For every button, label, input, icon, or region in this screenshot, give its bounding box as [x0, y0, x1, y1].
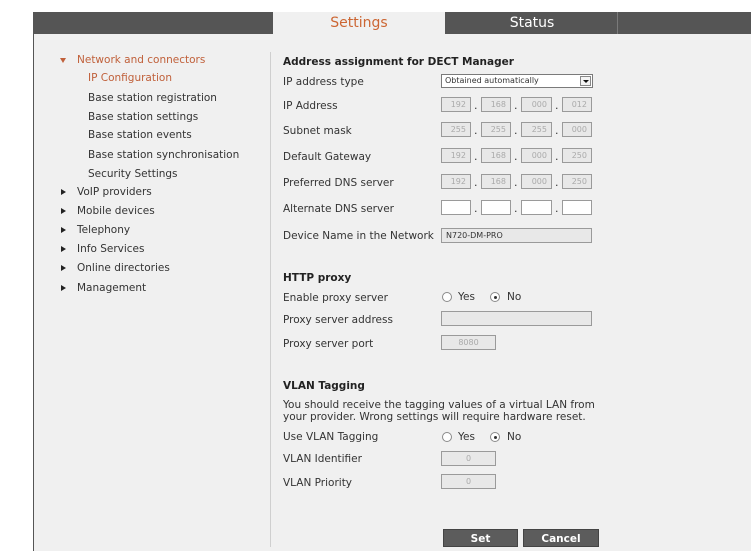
vlan-priority-label: VLAN Priority — [283, 477, 353, 489]
gateway-octet-4[interactable]: 250 — [562, 148, 592, 163]
vlan-section-title: VLAN Tagging — [283, 380, 365, 392]
dns-octet-2[interactable]: 168 — [481, 174, 511, 189]
vlan-yes-radio[interactable] — [442, 432, 452, 442]
column-divider — [270, 52, 271, 547]
collapsed-arrow-icon — [61, 189, 66, 195]
collapsed-arrow-icon — [61, 208, 66, 214]
octet-dot: . — [555, 176, 559, 189]
ip-type-value: Obtained automatically — [445, 76, 539, 85]
proxy-yes-label: Yes — [458, 291, 475, 303]
proxy-no-label: No — [507, 291, 522, 303]
alt-dns-octet-4[interactable] — [562, 200, 592, 215]
nav-management[interactable]: Management — [77, 280, 146, 296]
vlan-identifier-label: VLAN Identifier — [283, 453, 362, 465]
dns-octet-4[interactable]: 250 — [562, 174, 592, 189]
nav-base-station-registration[interactable]: Base station registration — [88, 90, 217, 106]
octet-dot: . — [555, 150, 559, 163]
address-section-title: Address assignment for DECT Manager — [283, 56, 514, 68]
nav-base-station-settings[interactable]: Base station settings — [88, 109, 198, 125]
vlan-identifier-input[interactable]: 0 — [441, 451, 496, 466]
tab-status[interactable]: Status — [446, 12, 618, 34]
octet-dot: . — [514, 176, 518, 189]
preferred-dns-label: Preferred DNS server — [283, 177, 394, 189]
octet-dot: . — [474, 99, 478, 112]
octet-dot: . — [474, 124, 478, 137]
settings-page: Settings Status Network and connectors I… — [0, 0, 751, 551]
octet-dot: . — [474, 150, 478, 163]
cancel-button[interactable]: Cancel — [523, 529, 599, 547]
ip-octet-3[interactable]: 000 — [521, 97, 552, 112]
ip-octet-1[interactable]: 192 — [441, 97, 471, 112]
enable-proxy-label: Enable proxy server — [283, 292, 388, 304]
ip-type-select[interactable]: Obtained automatically — [441, 74, 593, 88]
nav-voip-providers[interactable]: VoIP providers — [77, 184, 152, 200]
nav-mobile-devices[interactable]: Mobile devices — [77, 203, 155, 219]
vlan-yes-label: Yes — [458, 431, 475, 443]
octet-dot: . — [555, 202, 559, 215]
alt-dns-octet-2[interactable] — [481, 200, 511, 215]
nav-base-station-events[interactable]: Base station events — [88, 127, 192, 143]
ip-type-label: IP address type — [283, 76, 364, 88]
octet-dot: . — [514, 150, 518, 163]
dns-octet-1[interactable]: 192 — [441, 174, 471, 189]
octet-dot: . — [555, 99, 559, 112]
collapsed-arrow-icon — [61, 227, 66, 233]
octet-dot: . — [514, 202, 518, 215]
collapsed-arrow-icon — [61, 246, 66, 252]
ip-address-label: IP Address — [283, 100, 338, 112]
subnet-mask-label: Subnet mask — [283, 125, 352, 137]
device-name-label: Device Name in the Network — [283, 230, 434, 242]
top-tab-bar: Settings Status — [33, 12, 751, 36]
proxy-no-radio[interactable] — [490, 292, 500, 302]
nav-network-and-connectors[interactable]: Network and connectors — [77, 52, 205, 68]
octet-dot: . — [514, 124, 518, 137]
dns-octet-3[interactable]: 000 — [521, 174, 552, 189]
set-button[interactable]: Set — [443, 529, 518, 547]
proxy-address-label: Proxy server address — [283, 314, 393, 326]
octet-dot: . — [514, 99, 518, 112]
nav-online-directories[interactable]: Online directories — [77, 260, 170, 276]
subnet-octet-2[interactable]: 255 — [481, 122, 511, 137]
vlan-no-radio[interactable] — [490, 432, 500, 442]
nav-ip-configuration[interactable]: IP Configuration — [88, 70, 172, 86]
gateway-octet-1[interactable]: 192 — [441, 148, 471, 163]
ip-octet-2[interactable]: 168 — [481, 97, 511, 112]
vlan-no-label: No — [507, 431, 522, 443]
proxy-port-label: Proxy server port — [283, 338, 374, 350]
expanded-arrow-icon — [60, 58, 66, 63]
proxy-port-input[interactable]: 8080 — [441, 335, 496, 350]
gateway-octet-3[interactable]: 000 — [521, 148, 552, 163]
subnet-octet-1[interactable]: 255 — [441, 122, 471, 137]
nav-security-settings[interactable]: Security Settings — [88, 166, 178, 182]
vlan-priority-input[interactable]: 0 — [441, 474, 496, 489]
device-name-input[interactable]: N720-DM-PRO — [441, 228, 592, 243]
octet-dot: . — [474, 176, 478, 189]
collapsed-arrow-icon — [61, 285, 66, 291]
alternate-dns-label: Alternate DNS server — [283, 203, 394, 215]
ip-octet-4[interactable]: 012 — [562, 97, 592, 112]
octet-dot: . — [474, 202, 478, 215]
proxy-address-input[interactable] — [441, 311, 592, 326]
subnet-octet-4[interactable]: 000 — [562, 122, 592, 137]
subnet-octet-3[interactable]: 255 — [521, 122, 552, 137]
collapsed-arrow-icon — [61, 265, 66, 271]
nav-info-services[interactable]: Info Services — [77, 241, 145, 257]
octet-dot: . — [555, 124, 559, 137]
alt-dns-octet-1[interactable] — [441, 200, 471, 215]
vlan-description: You should receive the tagging values of… — [283, 399, 595, 423]
tab-settings[interactable]: Settings — [273, 12, 445, 36]
gateway-octet-2[interactable]: 168 — [481, 148, 511, 163]
nav-telephony[interactable]: Telephony — [77, 222, 130, 238]
tab-separator — [617, 12, 618, 34]
use-vlan-label: Use VLAN Tagging — [283, 431, 379, 443]
chevron-down-icon[interactable] — [580, 76, 591, 86]
default-gateway-label: Default Gateway — [283, 151, 372, 163]
proxy-section-title: HTTP proxy — [283, 272, 352, 284]
nav-base-station-synchronisation[interactable]: Base station synchronisation — [88, 147, 239, 163]
proxy-yes-radio[interactable] — [442, 292, 452, 302]
alt-dns-octet-3[interactable] — [521, 200, 552, 215]
